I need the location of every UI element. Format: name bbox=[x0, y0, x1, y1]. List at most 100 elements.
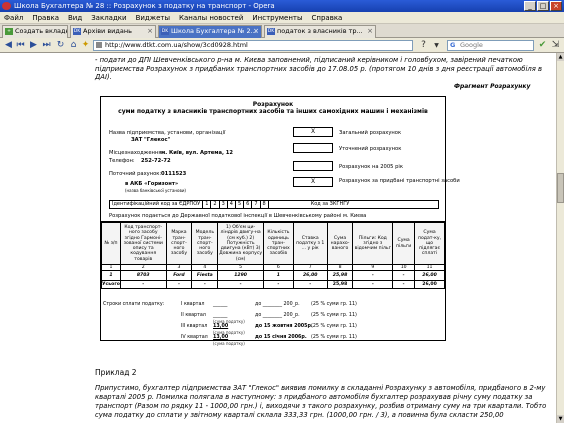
tab-close-icon[interactable]: × bbox=[253, 26, 259, 37]
edrpou-digit: 1 bbox=[203, 201, 212, 208]
wand-icon[interactable]: ✦ bbox=[80, 40, 91, 51]
site-icon: DK bbox=[73, 28, 81, 35]
table-header: Сума подат-ку, що підлягає сплаті bbox=[414, 222, 445, 265]
tab-close-icon[interactable]: × bbox=[147, 26, 153, 37]
tax-table: № з/п Код транспорт-ного засобу згідно Г… bbox=[101, 222, 445, 290]
go-icon[interactable]: ✔ bbox=[537, 40, 548, 51]
tab-current[interactable]: DK Школа Бухгалтера № 2... × bbox=[158, 25, 262, 38]
rewind-icon[interactable]: ⏮ bbox=[15, 40, 26, 51]
edrpou-digit: 4 bbox=[228, 201, 236, 208]
general-checkbox: X bbox=[293, 127, 333, 137]
edrpou-label: Ідентифікаційний код за ЄДРПОУ bbox=[110, 201, 204, 208]
example-heading: Приклад 2 bbox=[95, 368, 137, 377]
tax-table-image: № з/п Код транспорт-ного засобу згідно Г… bbox=[100, 221, 446, 346]
edrpou-digit: 3 bbox=[220, 201, 228, 208]
page-viewport: - подати до ДПІ Шевченківського р-на м. … bbox=[0, 53, 556, 423]
menu-file[interactable]: Файл bbox=[4, 12, 23, 23]
menu-feeds[interactable]: Каналы новостей bbox=[179, 12, 243, 23]
table-header-row: № з/п Код транспорт-ного засобу згідно Г… bbox=[101, 222, 445, 265]
table-header: Пільги: Код згідно з відомчим пільг bbox=[352, 222, 394, 265]
fragment-label: Фрагмент Розрахунку bbox=[454, 83, 531, 90]
menu-help[interactable]: Справка bbox=[312, 12, 343, 23]
menu-view[interactable]: Вид bbox=[68, 12, 82, 23]
dropdown-icon[interactable]: ▼ bbox=[431, 40, 442, 51]
home-icon[interactable]: ⌂ bbox=[68, 40, 79, 51]
menu-tools[interactable]: Инструменты bbox=[252, 12, 302, 23]
search-placeholder: Google bbox=[460, 41, 483, 49]
table-header: Ставка податку з 1 ... у рік bbox=[292, 222, 328, 265]
phone-label: Телефон: bbox=[109, 158, 135, 164]
new-tab-icon: + bbox=[5, 28, 13, 35]
acquired-checkbox: X bbox=[293, 177, 333, 187]
submitted-line: Розрахунок подається до Державної податк… bbox=[109, 213, 367, 219]
org-value: ЗАТ "Глекос" bbox=[131, 137, 171, 143]
edrpou-digit: 2 bbox=[211, 201, 220, 208]
maximize-button[interactable]: □ bbox=[537, 1, 549, 11]
table-header: Кількість одиниць тран-спортних засобів bbox=[262, 222, 294, 265]
address-bar[interactable]: http://www.dtkt.com.ua/show/3cd0928.html bbox=[93, 40, 413, 51]
form-title: Розрахунок суми податку з власників тран… bbox=[118, 101, 428, 115]
minimize-button[interactable]: _ bbox=[524, 1, 536, 11]
edrpou-digit: 6 bbox=[244, 201, 253, 208]
fast-forward-icon[interactable]: ⏭ bbox=[41, 40, 52, 51]
org-label: Назва підприємства, установи, організаці… bbox=[109, 130, 226, 136]
scroll-down-icon[interactable]: ▼ bbox=[557, 415, 564, 423]
deadline-label: Строки сплати податку: bbox=[103, 302, 165, 307]
account-value: 0111523 bbox=[161, 171, 187, 177]
scroll-up-icon[interactable]: ▲ bbox=[557, 53, 564, 61]
panel-icon[interactable]: ⇲ bbox=[550, 40, 561, 51]
menu-bar: Файл Правка Вид Закладки Виджеты Каналы … bbox=[0, 12, 564, 24]
menu-edit[interactable]: Правка bbox=[32, 12, 59, 23]
tab-bar: + Создать вкладку DK Архіви видань × DK … bbox=[0, 24, 564, 38]
tab-label: податок з власників тр... bbox=[277, 27, 363, 35]
table-header: Модель тран-спорт-ного засобу bbox=[191, 222, 219, 265]
edrpou-digit: 8 bbox=[261, 201, 269, 208]
zkgnu-label: Код за ЗКГНГУ bbox=[310, 201, 350, 207]
google-icon: G bbox=[450, 41, 456, 49]
close-button[interactable]: × bbox=[550, 1, 562, 11]
tab-archive[interactable]: DK Архіви видань × bbox=[70, 25, 156, 38]
location-value: м. Київ, вул. Артема, 12 bbox=[161, 150, 233, 156]
reload-icon[interactable]: ↻ bbox=[55, 40, 66, 51]
deadline-row: Строки сплати податку: І квартал ______ … bbox=[103, 302, 357, 307]
table-row: 1 8703 Ford Fiesta 1290 1 26,00 25,98 -- 26,… bbox=[101, 270, 445, 282]
table-header: 1) Об'єм ци-ліндрів двигу-на (см куб.) 2… bbox=[217, 222, 264, 265]
site-icon: DK bbox=[267, 28, 275, 35]
back-icon[interactable]: ◀ bbox=[3, 40, 14, 51]
acquired-label: Розрахунок за придбані транспортні засоб… bbox=[339, 178, 460, 184]
table-header: № з/п bbox=[101, 222, 121, 265]
help-icon[interactable]: ? bbox=[418, 40, 429, 51]
tab-close-icon[interactable]: × bbox=[367, 26, 373, 37]
menu-bookmarks[interactable]: Закладки bbox=[91, 12, 126, 23]
intro-paragraph: - подати до ДПІ Шевченківського р-на м. … bbox=[95, 56, 542, 81]
menu-widgets[interactable]: Виджеты bbox=[136, 12, 170, 23]
forward-icon[interactable]: ▶ bbox=[28, 40, 39, 51]
search-input[interactable]: G Google bbox=[447, 40, 534, 51]
page-icon bbox=[96, 42, 102, 48]
example-paragraph: Припустимо, бухгалтер підприємства ЗАТ "… bbox=[95, 384, 547, 419]
tab-label: Создать вкладку bbox=[15, 27, 68, 35]
clarified-label: Уточнений розрахунок bbox=[339, 146, 402, 152]
clarified-checkbox bbox=[293, 143, 333, 153]
table-header: Код транспорт-ного засобу згідно Гармоні… bbox=[119, 222, 167, 265]
table-header: Марка тран-спорт-ного засобу bbox=[165, 222, 193, 265]
edrpou-digit: 5 bbox=[236, 201, 245, 208]
navigation-bar: ◀ ⏮ ▶ ⏭ ↻ ⌂ ✦ http://www.dtkt.com.ua/sho… bbox=[0, 38, 564, 53]
account-label: Поточний рахунок: bbox=[109, 171, 162, 177]
phone-value: 252-72-72 bbox=[141, 158, 171, 164]
location-label: Місцезнаходження: bbox=[109, 150, 164, 156]
vertical-scrollbar[interactable]: ▲ ▼ bbox=[556, 53, 564, 423]
edrpou-digit: 7 bbox=[252, 201, 261, 208]
scroll-thumb[interactable] bbox=[557, 173, 564, 203]
bank-value: в АКБ «Горизонт» bbox=[125, 181, 179, 187]
site-icon: DK bbox=[161, 28, 169, 35]
opera-logo-icon bbox=[2, 2, 11, 10]
window-title: Школа Бухгалтера № 28 :: Розрахунок з по… bbox=[14, 2, 275, 10]
tab-new[interactable]: + Создать вкладку bbox=[2, 25, 68, 38]
tab-label: Архіви видань bbox=[83, 27, 132, 35]
tab-vehicle-tax[interactable]: DK податок з власників тр... × bbox=[264, 25, 376, 38]
edrpou-row: Ідентифікаційний код за ЄДРПОУ 1 2 3 4 5… bbox=[109, 200, 439, 209]
tab-label: Школа Бухгалтера № 2... bbox=[171, 27, 257, 35]
table-header: Сума нарахо-ваного bbox=[326, 222, 354, 265]
title-bar: Школа Бухгалтера № 28 :: Розрахунок з по… bbox=[0, 0, 564, 12]
